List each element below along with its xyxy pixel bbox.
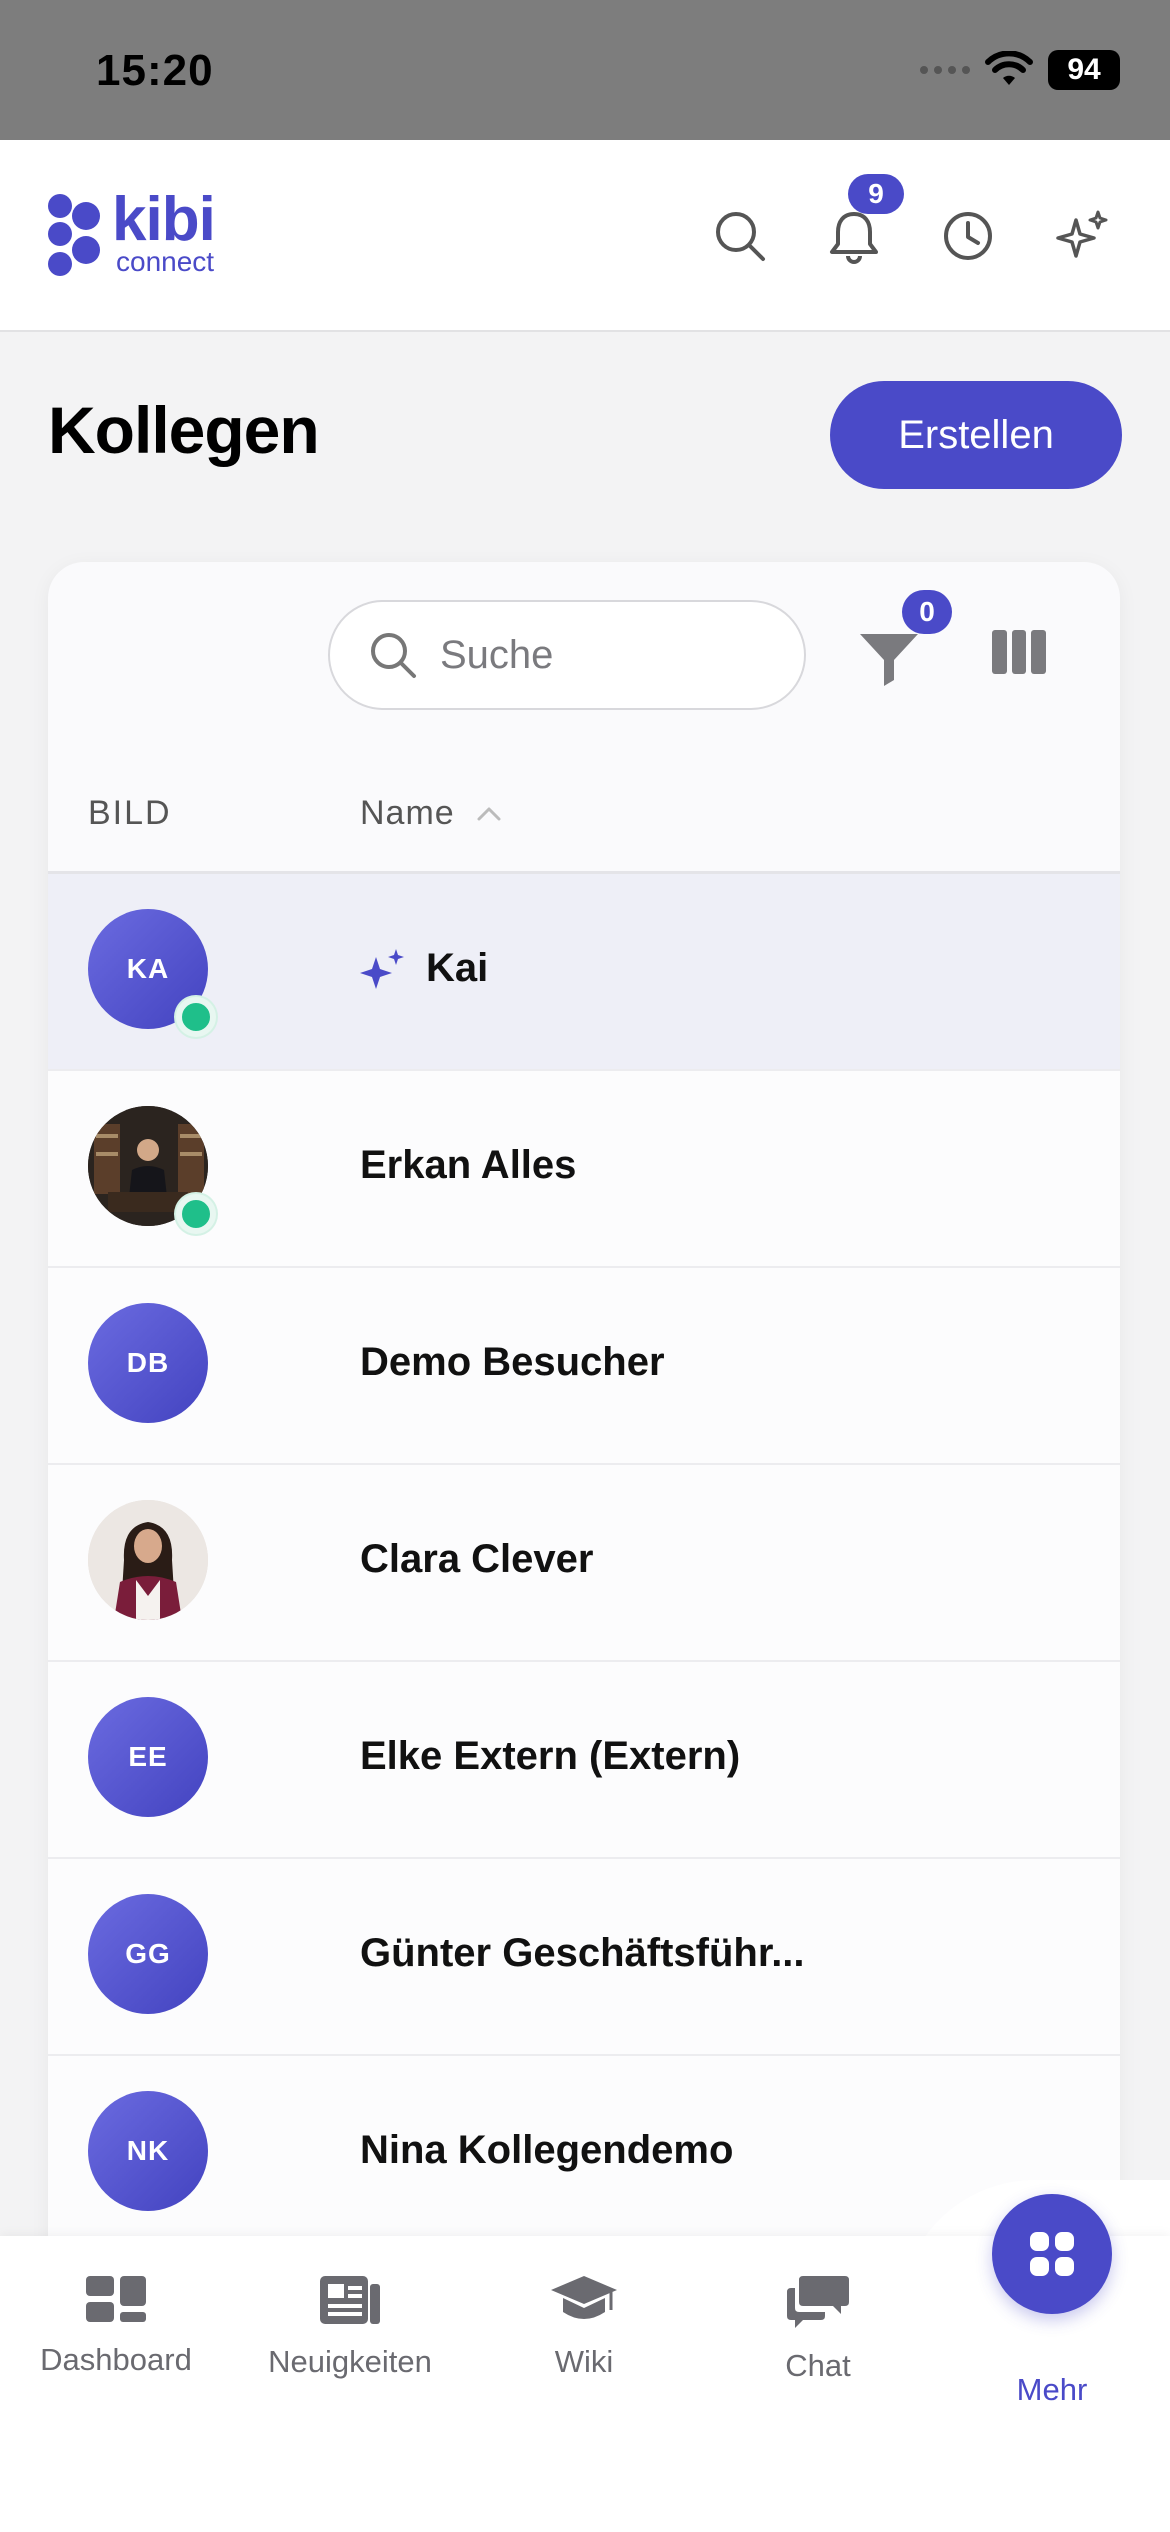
table-row[interactable]: Clara Clever	[48, 1465, 1120, 1662]
notifications-button[interactable]: 9	[826, 174, 904, 264]
nav-chat[interactable]: Chat	[718, 2274, 918, 2384]
nav-mehr[interactable]: Mehr	[952, 2354, 1152, 2408]
nav-label: Mehr	[1016, 2372, 1088, 2407]
create-button[interactable]: Erstellen	[830, 381, 1122, 489]
column-header-picture: BILD	[88, 794, 172, 832]
status-bar: 15:20 94	[0, 0, 1170, 140]
search-icon	[716, 212, 765, 261]
row-name: Erkan Alles	[360, 1143, 577, 1187]
sort-ascending-icon	[477, 807, 501, 820]
table-row[interactable]: Erkan Alles	[48, 1071, 1120, 1268]
column-header-name[interactable]: Name	[360, 794, 503, 833]
mehr-button[interactable]	[992, 2194, 1112, 2314]
online-status-indicator	[176, 1194, 216, 1234]
ai-sparkles-icon	[360, 948, 404, 989]
wifi-icon	[985, 51, 1033, 85]
history-button[interactable]	[940, 208, 996, 264]
nav-dashboard[interactable]: Dashboard	[16, 2274, 216, 2378]
kibi-logo-mark-icon	[48, 194, 100, 276]
status-icons: 94	[920, 50, 1120, 90]
table-row[interactable]: KA Kai	[48, 874, 1120, 1071]
row-name: Demo Besucher	[360, 1340, 665, 1384]
kibi-logo[interactable]: kibi connect	[46, 185, 216, 278]
row-name: Clara Clever	[360, 1537, 594, 1581]
header-actions: 9	[712, 174, 1110, 264]
online-status-indicator	[176, 997, 216, 1037]
row-name: Günter Geschäftsführ...	[360, 1931, 805, 1975]
newspaper-icon	[320, 2276, 380, 2324]
search-input[interactable]: Suche	[328, 600, 806, 710]
nav-label: Wiki	[554, 2344, 614, 2379]
avatar: GG	[88, 1894, 208, 2014]
status-time: 15:20	[96, 46, 214, 95]
search-placeholder: Suche	[440, 632, 554, 677]
logo-wordmark: kibi	[112, 185, 216, 254]
search-icon	[371, 633, 416, 678]
nav-label: Dashboard	[40, 2342, 192, 2377]
nav-label: Chat	[785, 2348, 851, 2383]
nav-label: Neuigkeiten	[268, 2344, 432, 2379]
colleagues-table-card: Suche 0 BILD Name KA Kai Erkan Alles DB …	[48, 562, 1120, 2362]
filter-count-badge: 0	[902, 590, 952, 634]
table-row[interactable]: EE Elke Extern (Extern)	[48, 1662, 1120, 1859]
row-name: Elke Extern (Extern)	[360, 1734, 741, 1778]
battery-indicator: 94	[1048, 50, 1120, 90]
logo-subtitle: connect	[116, 246, 215, 277]
table-row[interactable]: GG Günter Geschäftsführ...	[48, 1859, 1120, 2056]
page-title: Kollegen	[48, 393, 320, 467]
search-button[interactable]	[712, 208, 768, 264]
bottom-navigation: Dashboard Neuigkeiten Wiki Chat Mehr	[0, 2236, 1170, 2532]
avatar	[88, 1500, 208, 1620]
avatar: EE	[88, 1697, 208, 1817]
bell-icon	[830, 212, 878, 264]
table-body: KA Kai Erkan Alles DB Demo Besucher Clar…	[48, 874, 1120, 2253]
clock-icon	[944, 212, 992, 260]
person-photo	[88, 1500, 208, 1620]
chat-bubbles-icon	[787, 2276, 849, 2328]
table-row[interactable]: DB Demo Besucher	[48, 1268, 1120, 1465]
ai-assistant-button[interactable]	[1054, 208, 1110, 264]
row-name: Nina Kollegendemo	[360, 2128, 734, 2172]
notification-count-badge: 9	[848, 174, 904, 214]
table-header: BILD Name	[48, 764, 1120, 874]
graduation-cap-icon	[551, 2276, 617, 2319]
avatar: NK	[88, 2091, 208, 2211]
nav-neuigkeiten[interactable]: Neuigkeiten	[250, 2274, 450, 2380]
columns-toggle-icon[interactable]	[992, 630, 1047, 674]
avatar: DB	[88, 1303, 208, 1423]
grid-apps-icon	[1030, 2232, 1074, 2276]
sparkles-icon	[1056, 210, 1108, 258]
app-header: kibi connect 9	[0, 140, 1170, 332]
cellular-signal-icon	[920, 66, 970, 74]
row-name: Kai	[426, 946, 489, 990]
nav-wiki[interactable]: Wiki	[484, 2274, 684, 2380]
dashboard-icon	[86, 2276, 146, 2322]
